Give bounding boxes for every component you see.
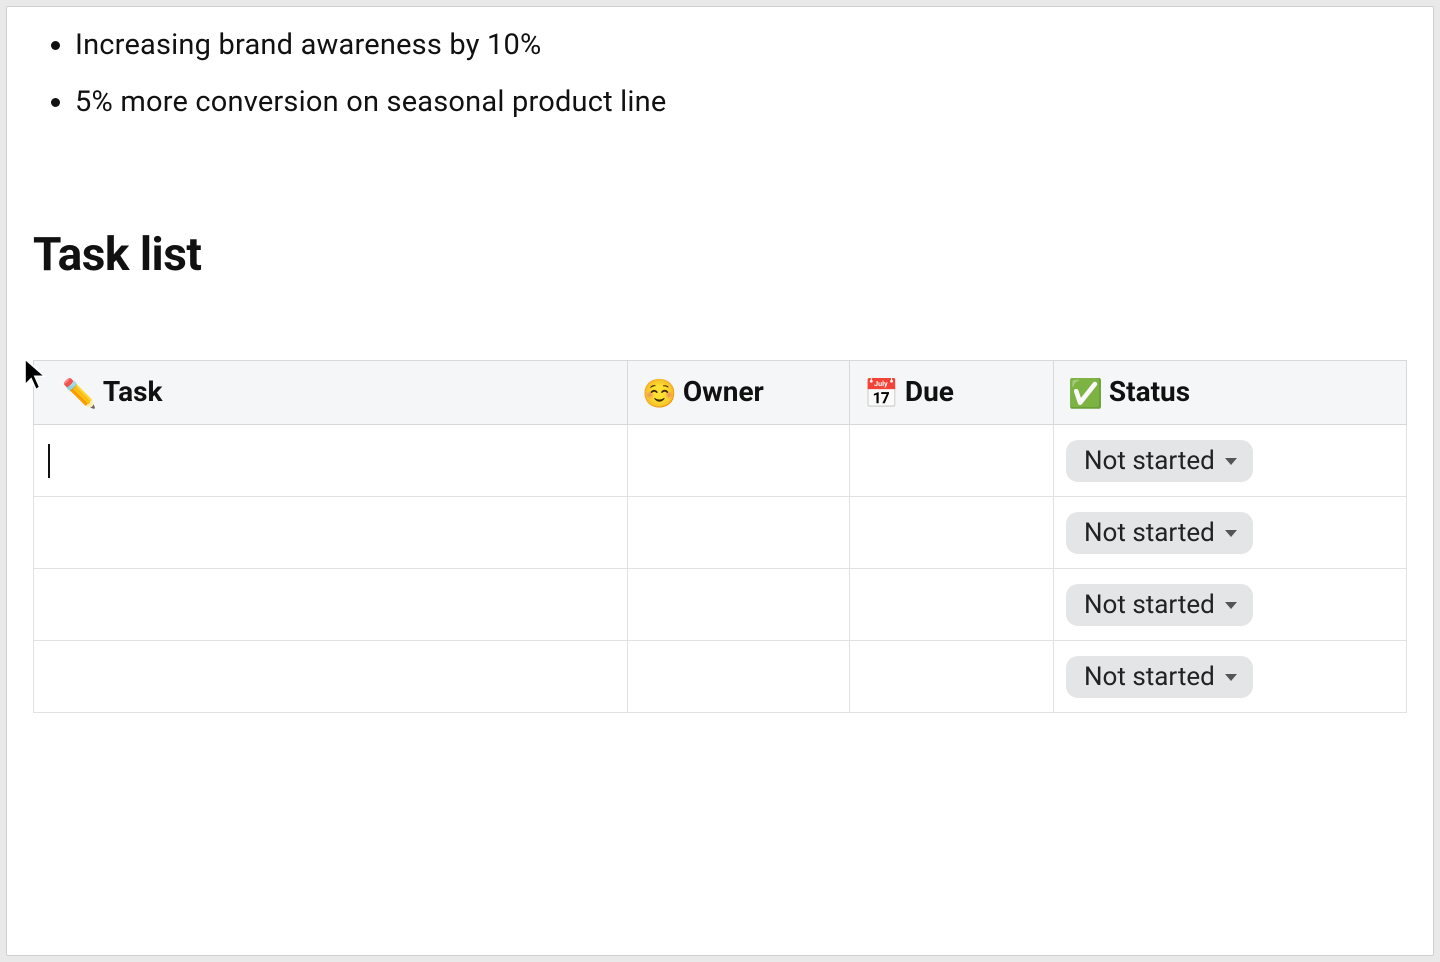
task-table-wrap: ✏️Task ☺️Owner 📅Due ✅Status — [33, 360, 1407, 713]
due-cell[interactable] — [850, 497, 1054, 569]
owner-cell[interactable] — [628, 569, 850, 641]
checkmark-icon: ✅ — [1068, 377, 1103, 410]
due-cell[interactable] — [850, 425, 1054, 497]
status-cell[interactable]: Not started — [1054, 425, 1407, 497]
col-header-label: Task — [103, 375, 163, 408]
status-dropdown[interactable]: Not started — [1066, 584, 1253, 626]
bullet-item[interactable]: 5% more conversion on seasonal product l… — [75, 74, 1407, 131]
chevron-down-icon — [1225, 602, 1237, 609]
owner-cell[interactable] — [628, 641, 850, 713]
owner-cell[interactable] — [628, 425, 850, 497]
col-header-status[interactable]: ✅Status — [1054, 361, 1407, 425]
chevron-down-icon — [1225, 458, 1237, 465]
col-header-label: Status — [1109, 375, 1190, 408]
calendar-icon: 📅 — [864, 377, 899, 410]
status-cell[interactable]: Not started — [1054, 641, 1407, 713]
chevron-down-icon — [1225, 530, 1237, 537]
smiley-icon: ☺️ — [642, 377, 677, 410]
table-row: Not started — [34, 641, 1407, 713]
task-cell[interactable] — [34, 641, 628, 713]
table-row: Not started — [34, 569, 1407, 641]
table-row: Not started — [34, 497, 1407, 569]
status-label: Not started — [1084, 662, 1215, 692]
table-row: Not started — [34, 425, 1407, 497]
status-label: Not started — [1084, 518, 1215, 548]
task-table-body: Not started Not started — [34, 425, 1407, 713]
col-header-label: Owner — [683, 375, 764, 408]
document-page: Increasing brand awareness by 10% 5% mor… — [6, 6, 1434, 956]
col-header-owner[interactable]: ☺️Owner — [628, 361, 850, 425]
bullet-item[interactable]: Increasing brand awareness by 10% — [75, 17, 1407, 74]
text-caret-icon — [48, 444, 50, 478]
col-header-due[interactable]: 📅Due — [850, 361, 1054, 425]
col-header-label: Due — [905, 375, 954, 408]
task-cell[interactable] — [34, 425, 628, 497]
task-cell[interactable] — [34, 497, 628, 569]
status-dropdown[interactable]: Not started — [1066, 656, 1253, 698]
status-cell[interactable]: Not started — [1054, 569, 1407, 641]
chevron-down-icon — [1225, 674, 1237, 681]
due-cell[interactable] — [850, 569, 1054, 641]
col-header-task[interactable]: ✏️Task — [34, 361, 628, 425]
mouse-cursor-icon — [23, 358, 49, 392]
status-label: Not started — [1084, 590, 1215, 620]
status-cell[interactable]: Not started — [1054, 497, 1407, 569]
status-label: Not started — [1084, 446, 1215, 476]
status-dropdown[interactable]: Not started — [1066, 440, 1253, 482]
task-table: ✏️Task ☺️Owner 📅Due ✅Status — [33, 360, 1407, 713]
bullet-list: Increasing brand awareness by 10% 5% mor… — [41, 17, 1407, 130]
due-cell[interactable] — [850, 641, 1054, 713]
table-header-row: ✏️Task ☺️Owner 📅Due ✅Status — [34, 361, 1407, 425]
pencil-icon: ✏️ — [62, 377, 97, 410]
section-heading[interactable]: Task list — [33, 228, 1407, 282]
status-dropdown[interactable]: Not started — [1066, 512, 1253, 554]
owner-cell[interactable] — [628, 497, 850, 569]
task-cell[interactable] — [34, 569, 628, 641]
